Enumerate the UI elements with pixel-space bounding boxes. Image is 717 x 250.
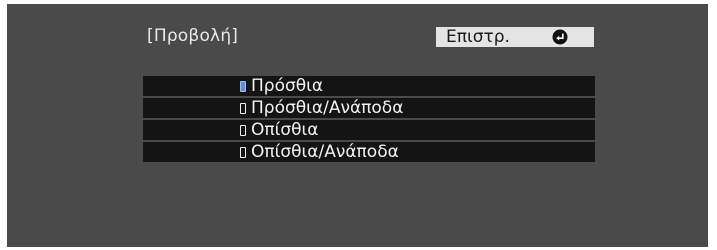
option-rear[interactable]: Οπίσθια xyxy=(143,120,595,140)
radio-indicator xyxy=(240,147,246,158)
projection-options-list: Πρόσθια Πρόσθια/Ανάποδα Οπίσθια Οπίσθια/… xyxy=(143,76,595,164)
radio-indicator xyxy=(240,103,246,114)
enter-icon xyxy=(552,29,568,45)
back-button[interactable]: Επιστρ. xyxy=(436,27,594,47)
option-rear-ceiling[interactable]: Οπίσθια/Ανάποδα xyxy=(143,142,595,162)
option-label: Οπίσθια/Ανάποδα xyxy=(251,142,399,162)
back-button-label: Επιστρ. xyxy=(446,27,510,47)
option-label: Οπίσθια xyxy=(251,120,319,140)
option-front-ceiling[interactable]: Πρόσθια/Ανάποδα xyxy=(143,98,595,118)
radio-indicator xyxy=(240,125,246,136)
projection-menu-screen: [Προβολή] Επιστρ. Πρόσθια Πρόσθια/Ανάποδ… xyxy=(7,4,708,247)
menu-title: [Προβολή] xyxy=(147,26,239,46)
radio-selected-indicator xyxy=(240,81,246,92)
option-label: Πρόσθια/Ανάποδα xyxy=(251,98,404,118)
option-label: Πρόσθια xyxy=(251,76,324,96)
option-front[interactable]: Πρόσθια xyxy=(143,76,595,96)
